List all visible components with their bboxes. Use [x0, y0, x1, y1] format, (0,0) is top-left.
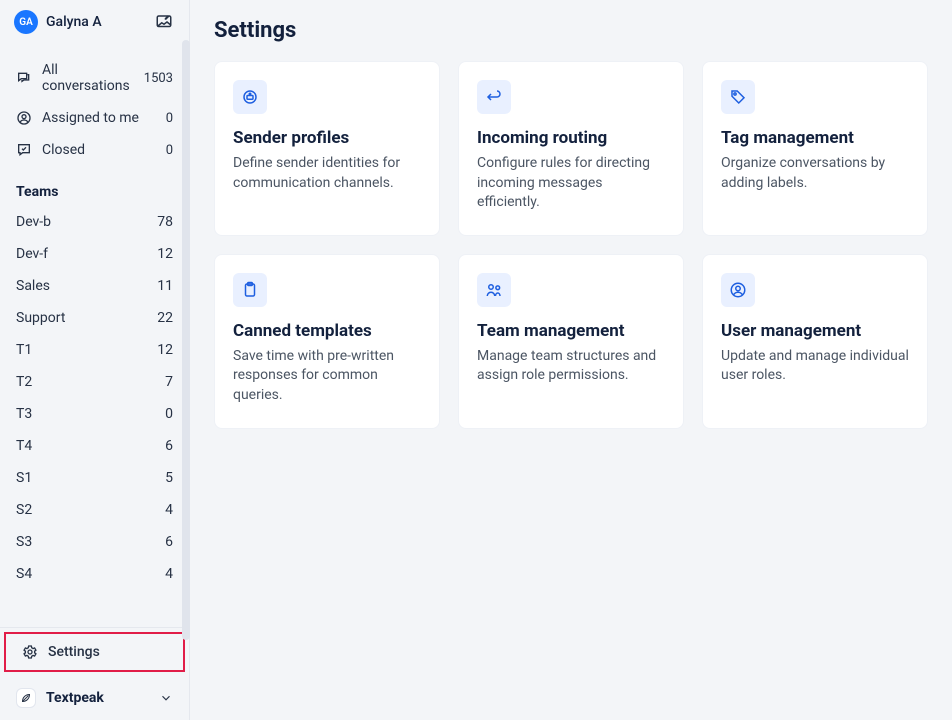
card-team-management[interactable]: Team management Manage team structures a… — [458, 254, 684, 429]
team-icon — [477, 273, 511, 307]
main-content: Settings Sender profiles Define sender i… — [190, 0, 952, 720]
team-item[interactable]: S1 5 — [0, 462, 189, 494]
nav-label: Closed — [42, 142, 156, 158]
card-desc: Organize conversations by adding labels. — [721, 154, 909, 193]
check-chat-icon — [16, 142, 32, 158]
team-count: 12 — [157, 342, 173, 358]
team-list: Dev-b 78 Dev-f 12 Sales 11 Support 22 T1 12 T… — [0, 206, 189, 590]
settings-grid: Sender profiles Define sender identities… — [214, 61, 928, 429]
team-name: S4 — [16, 566, 32, 582]
teams-header: Teams — [0, 172, 189, 206]
team-name: T1 — [16, 342, 32, 358]
leaf-icon — [16, 688, 36, 708]
team-item[interactable]: Dev-b 78 — [0, 206, 189, 238]
team-item[interactable]: Dev-f 12 — [0, 238, 189, 270]
nav-section: All conversations 1503 Assigned to me 0 … — [0, 44, 189, 172]
nav-closed[interactable]: Closed 0 — [0, 134, 189, 166]
card-title: Incoming routing — [477, 128, 665, 148]
gear-icon — [22, 644, 38, 660]
card-incoming-routing[interactable]: Incoming routing Configure rules for dir… — [458, 61, 684, 236]
team-item[interactable]: S3 6 — [0, 526, 189, 558]
team-count: 7 — [165, 374, 173, 390]
team-count: 0 — [165, 406, 173, 422]
card-title: Team management — [477, 321, 665, 341]
tag-icon — [721, 80, 755, 114]
team-name: Dev-b — [16, 214, 51, 230]
card-desc: Configure rules for directing incoming m… — [477, 154, 665, 213]
card-title: User management — [721, 321, 909, 341]
compose-button[interactable] — [153, 11, 175, 33]
team-count: 22 — [157, 310, 173, 326]
sidebar-header: GA Galyna A — [0, 0, 189, 44]
compose-icon — [155, 13, 173, 31]
chevron-down-icon — [159, 691, 173, 705]
nav-label: All conversations — [42, 62, 134, 94]
card-user-management[interactable]: User management Update and manage indivi… — [702, 254, 928, 429]
sidebar-scroll[interactable]: All conversations 1503 Assigned to me 0 … — [0, 44, 189, 627]
team-item[interactable]: S2 4 — [0, 494, 189, 526]
card-desc: Define sender identities for communicati… — [233, 154, 421, 193]
team-count: 11 — [157, 278, 173, 294]
nav-count: 1503 — [144, 71, 173, 86]
settings-label: Settings — [48, 644, 100, 660]
card-title: Sender profiles — [233, 128, 421, 148]
team-name: S2 — [16, 502, 32, 518]
page-title: Settings — [214, 18, 928, 43]
team-name: Sales — [16, 278, 50, 294]
user-icon — [721, 273, 755, 307]
team-name: Dev-f — [16, 246, 48, 262]
card-title: Canned templates — [233, 321, 421, 341]
sidebar-bottom: Settings Textpeak — [0, 627, 189, 720]
nav-all-conversations[interactable]: All conversations 1503 — [0, 54, 189, 102]
card-sender-profiles[interactable]: Sender profiles Define sender identities… — [214, 61, 440, 236]
card-tag-management[interactable]: Tag management Organize conversations by… — [702, 61, 928, 236]
org-switcher[interactable]: Textpeak — [0, 676, 189, 720]
card-desc: Save time with pre-written responses for… — [233, 347, 421, 406]
clipboard-icon — [233, 273, 267, 307]
team-name: T3 — [16, 406, 32, 422]
nav-assigned-to-me[interactable]: Assigned to me 0 — [0, 102, 189, 134]
team-item[interactable]: T2 7 — [0, 366, 189, 398]
user-name: Galyna A — [46, 14, 145, 30]
org-name: Textpeak — [46, 690, 104, 706]
team-count: 5 — [165, 470, 173, 486]
team-item[interactable]: Support 22 — [0, 302, 189, 334]
return-arrow-icon — [477, 80, 511, 114]
settings-button[interactable]: Settings — [4, 632, 185, 672]
team-item[interactable]: T3 0 — [0, 398, 189, 430]
id-badge-icon — [233, 80, 267, 114]
card-canned-templates[interactable]: Canned templates Save time with pre-writ… — [214, 254, 440, 429]
nav-count: 0 — [166, 111, 173, 126]
card-title: Tag management — [721, 128, 909, 148]
team-count: 12 — [157, 246, 173, 262]
team-item[interactable]: T1 12 — [0, 334, 189, 366]
card-desc: Update and manage individual user roles. — [721, 347, 909, 386]
team-count: 6 — [165, 438, 173, 454]
team-item[interactable]: Sales 11 — [0, 270, 189, 302]
team-name: T4 — [16, 438, 32, 454]
nav-label: Assigned to me — [42, 110, 156, 126]
team-count: 4 — [165, 502, 173, 518]
team-name: S1 — [16, 470, 32, 486]
team-item[interactable]: S4 4 — [0, 558, 189, 590]
team-count: 6 — [165, 534, 173, 550]
sidebar: GA Galyna A All conversations 1503 Assig… — [0, 0, 190, 720]
team-name: T2 — [16, 374, 32, 390]
team-name: S3 — [16, 534, 32, 550]
team-item[interactable]: T4 6 — [0, 430, 189, 462]
nav-count: 0 — [166, 143, 173, 158]
team-count: 78 — [157, 214, 173, 230]
avatar[interactable]: GA — [14, 10, 38, 34]
chat-icon — [16, 70, 32, 86]
team-count: 4 — [165, 566, 173, 582]
card-desc: Manage team structures and assign role p… — [477, 347, 665, 386]
user-circle-icon — [16, 110, 32, 126]
team-name: Support — [16, 310, 65, 326]
